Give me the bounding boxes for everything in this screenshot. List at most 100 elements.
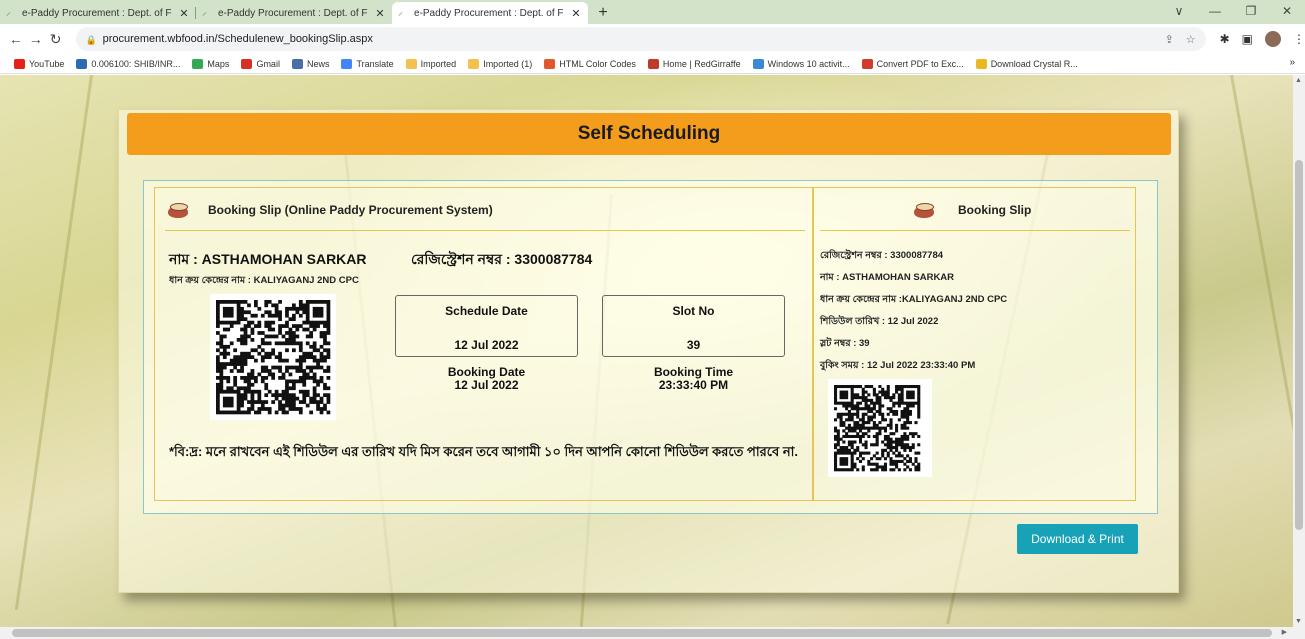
restore-button[interactable]: ❐ bbox=[1233, 0, 1269, 24]
scroll-up-icon[interactable]: ▲ bbox=[1295, 77, 1302, 84]
page-title: Self Scheduling bbox=[127, 113, 1171, 155]
bookmark-item[interactable]: Imported (1) bbox=[468, 58, 533, 69]
scroll-thumb[interactable] bbox=[1295, 160, 1303, 530]
address-bar-row: ← → ↻ 🔒 procurement.wbfood.in/Schedulene… bbox=[0, 24, 1305, 54]
bookmark-item[interactable]: HTML Color Codes bbox=[544, 58, 636, 69]
windows-icon bbox=[752, 58, 764, 69]
paddy-pot-logo-icon bbox=[914, 202, 934, 218]
bookmark-item[interactable]: Download Crystal R... bbox=[975, 58, 1078, 69]
maps-icon bbox=[192, 58, 204, 69]
qr-code-stub bbox=[828, 379, 932, 477]
download-print-button[interactable]: Download & Print bbox=[1017, 524, 1138, 554]
bookmark-item[interactable]: News bbox=[291, 58, 330, 69]
scroll-right-icon[interactable]: ▶ bbox=[1282, 628, 1287, 636]
qr-code-main bbox=[210, 294, 336, 420]
youtube-icon bbox=[14, 58, 25, 69]
close-tab-icon[interactable]: ✕ bbox=[374, 7, 386, 20]
close-window-button[interactable]: ✕ bbox=[1269, 0, 1305, 24]
stub-line: রেজিস্ট্রেশন নম্বর : 3300087784 bbox=[820, 250, 944, 261]
share-icon[interactable]: ⇪ bbox=[1164, 33, 1173, 46]
bookmarks-bar: YouTube 0.006100: SHIB/INR... Maps Gmail New… bbox=[0, 54, 1305, 74]
bookmark-label: Convert PDF to Exc... bbox=[876, 58, 964, 69]
scroll-down-icon[interactable]: ▼ bbox=[1295, 618, 1302, 625]
stub-line: নাম : ASTHAMOHAN SARKAR bbox=[820, 272, 955, 283]
translate-icon bbox=[341, 58, 353, 69]
stub-line: ধান ক্রয় কেন্দ্রের নাম :KALIYAGANJ 2ND … bbox=[820, 294, 1008, 305]
window-controls: ∨ — ❐ ✕ bbox=[1161, 0, 1305, 24]
browser-tab[interactable]: ⸝ e-Paddy Procurement : Dept. of F ✕ bbox=[196, 2, 392, 24]
menu-kebab-icon[interactable]: ⋮ bbox=[1293, 32, 1305, 46]
extensions-puzzle-icon[interactable]: ✱ bbox=[1220, 32, 1230, 46]
booking-date: Booking Date 12 Jul 2022 bbox=[395, 366, 578, 392]
schedule-date-label: Schedule Date bbox=[445, 304, 528, 318]
url-bar[interactable]: 🔒 procurement.wbfood.in/Schedulenew_book… bbox=[75, 27, 1206, 51]
tab-search-icon[interactable]: ∨ bbox=[1161, 0, 1197, 24]
slot-label: Slot No bbox=[672, 304, 715, 318]
bookmark-label: Windows 10 activit... bbox=[767, 58, 850, 69]
tab-title: e-Paddy Procurement : Dept. of F bbox=[218, 7, 368, 19]
bookmark-label: 0.006100: SHIB/INR... bbox=[91, 58, 181, 69]
tab-strip: ⸝ e-Paddy Procurement : Dept. of F ✕ ⸝ e… bbox=[0, 0, 1305, 24]
new-tab-button[interactable]: + bbox=[592, 2, 614, 24]
forward-icon[interactable]: → bbox=[26, 31, 46, 47]
bookmark-label: Download Crystal R... bbox=[990, 58, 1078, 69]
profile-avatar[interactable] bbox=[1264, 31, 1281, 47]
stub-line: স্লট নম্বর : 39 bbox=[820, 338, 870, 349]
stub-details: রেজিস্ট্রেশন নম্বর : 3300087784 নাম : AS… bbox=[820, 245, 1007, 377]
bookmark-item[interactable]: Imported bbox=[405, 58, 457, 69]
stub-title: Booking Slip bbox=[958, 203, 1032, 217]
bookmark-item[interactable]: Maps bbox=[192, 58, 229, 69]
bookmark-label: Gmail bbox=[256, 58, 280, 69]
page-viewport: Self Scheduling Booking Slip (Online Pad… bbox=[0, 75, 1293, 627]
booking-time: Booking Time 23:33:40 PM bbox=[602, 366, 785, 392]
close-tab-icon[interactable]: ✕ bbox=[178, 7, 190, 20]
bookmark-item[interactable]: Convert PDF to Exc... bbox=[861, 58, 964, 69]
procurement-centre: ধান ক্রয় কেন্দ্রের নাম : KALIYAGANJ 2ND… bbox=[169, 275, 359, 286]
folder-icon bbox=[405, 58, 417, 69]
scroll-thumb-horizontal[interactable] bbox=[12, 629, 1272, 637]
folder-icon bbox=[468, 58, 480, 69]
back-icon[interactable]: ← bbox=[6, 31, 26, 47]
stub-header: Booking Slip bbox=[914, 202, 1031, 218]
paddy-favicon-icon: ⸝ bbox=[6, 7, 11, 18]
bookmark-label: HTML Color Codes bbox=[559, 58, 636, 69]
bookmark-label: Imported bbox=[420, 58, 457, 69]
bookmark-label: News bbox=[306, 58, 330, 69]
paddy-pot-logo-icon bbox=[168, 202, 188, 218]
side-panel-icon[interactable]: ▣ bbox=[1242, 32, 1253, 46]
bookmark-item[interactable]: Windows 10 activit... bbox=[752, 58, 850, 69]
slip-title: Booking Slip (Online Paddy Procurement S… bbox=[208, 203, 493, 217]
bookmark-star-icon[interactable]: ☆ bbox=[1186, 33, 1196, 46]
schedule-date-box: Schedule Date 12 Jul 2022 bbox=[395, 295, 578, 357]
color-icon bbox=[544, 58, 556, 69]
booking-slip-stub: Booking Slip রেজিস্ট্রেশন নম্বর : 330008… bbox=[813, 187, 1136, 501]
browser-tab-active[interactable]: ⸝ e-Paddy Procurement : Dept. of F ✕ bbox=[392, 2, 588, 24]
tab-title: e-Paddy Procurement : Dept. of F bbox=[414, 7, 564, 19]
news-icon bbox=[291, 58, 303, 69]
self-scheduling-card: Self Scheduling Booking Slip (Online Pad… bbox=[118, 109, 1179, 593]
bookmark-label: YouTube bbox=[29, 58, 65, 69]
minimize-button[interactable]: — bbox=[1197, 0, 1233, 24]
lock-icon[interactable]: 🔒 bbox=[86, 35, 97, 45]
bookmark-label: Home | RedGirraffe bbox=[662, 58, 741, 69]
bookmark-label: Imported (1) bbox=[483, 58, 533, 69]
booking-slip-main: Booking Slip (Online Paddy Procurement S… bbox=[154, 187, 813, 501]
bookmark-item[interactable]: Translate bbox=[341, 58, 394, 69]
vertical-scrollbar[interactable]: ▲ ▼ bbox=[1293, 75, 1305, 627]
horizontal-scrollbar[interactable]: ▶ bbox=[0, 627, 1305, 639]
slot-number-box: Slot No 39 bbox=[602, 295, 785, 357]
close-tab-icon[interactable]: ✕ bbox=[570, 7, 582, 20]
slot-value: 39 bbox=[686, 338, 701, 352]
bookmark-label: Translate bbox=[356, 58, 394, 69]
paddy-favicon-icon: ⸝ bbox=[398, 7, 403, 18]
bookmark-item[interactable]: YouTube bbox=[14, 58, 65, 69]
reload-icon[interactable]: ↻ bbox=[46, 31, 66, 48]
stub-line: শিডিউল তারিখ : 12 Jul 2022 bbox=[820, 316, 939, 327]
bookmark-item[interactable]: 0.006100: SHIB/INR... bbox=[76, 58, 181, 69]
bookmark-item[interactable]: Gmail bbox=[241, 58, 280, 69]
schedule-date-value: 12 Jul 2022 bbox=[454, 338, 519, 352]
url-text[interactable]: procurement.wbfood.in/Schedulenew_bookin… bbox=[103, 33, 373, 45]
bookmarks-more-icon[interactable]: » bbox=[1289, 57, 1295, 68]
browser-tab[interactable]: ⸝ e-Paddy Procurement : Dept. of F ✕ bbox=[0, 2, 196, 24]
bookmark-item[interactable]: Home | RedGirraffe bbox=[647, 58, 741, 69]
